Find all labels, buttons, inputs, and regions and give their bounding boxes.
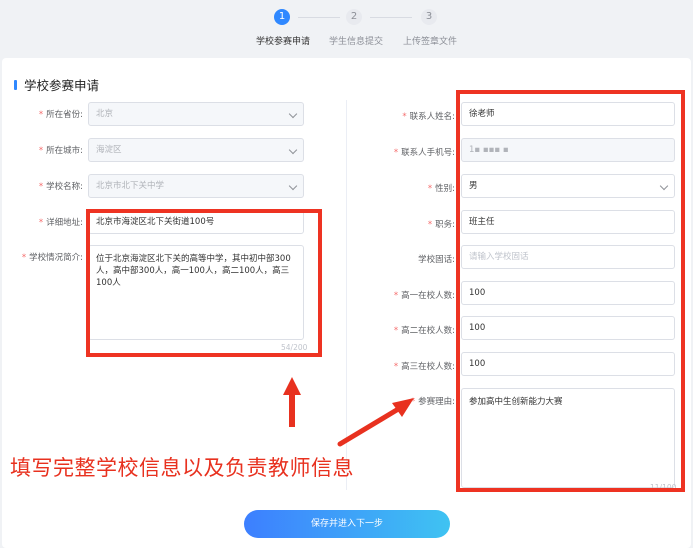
save-next-button[interactable]: 保存并进入下一步	[244, 510, 450, 538]
annotation-text: 填写完整学校信息以及负责教师信息	[10, 456, 354, 480]
diagonal-arrow-icon	[337, 398, 414, 447]
up-arrow-icon	[283, 377, 301, 427]
